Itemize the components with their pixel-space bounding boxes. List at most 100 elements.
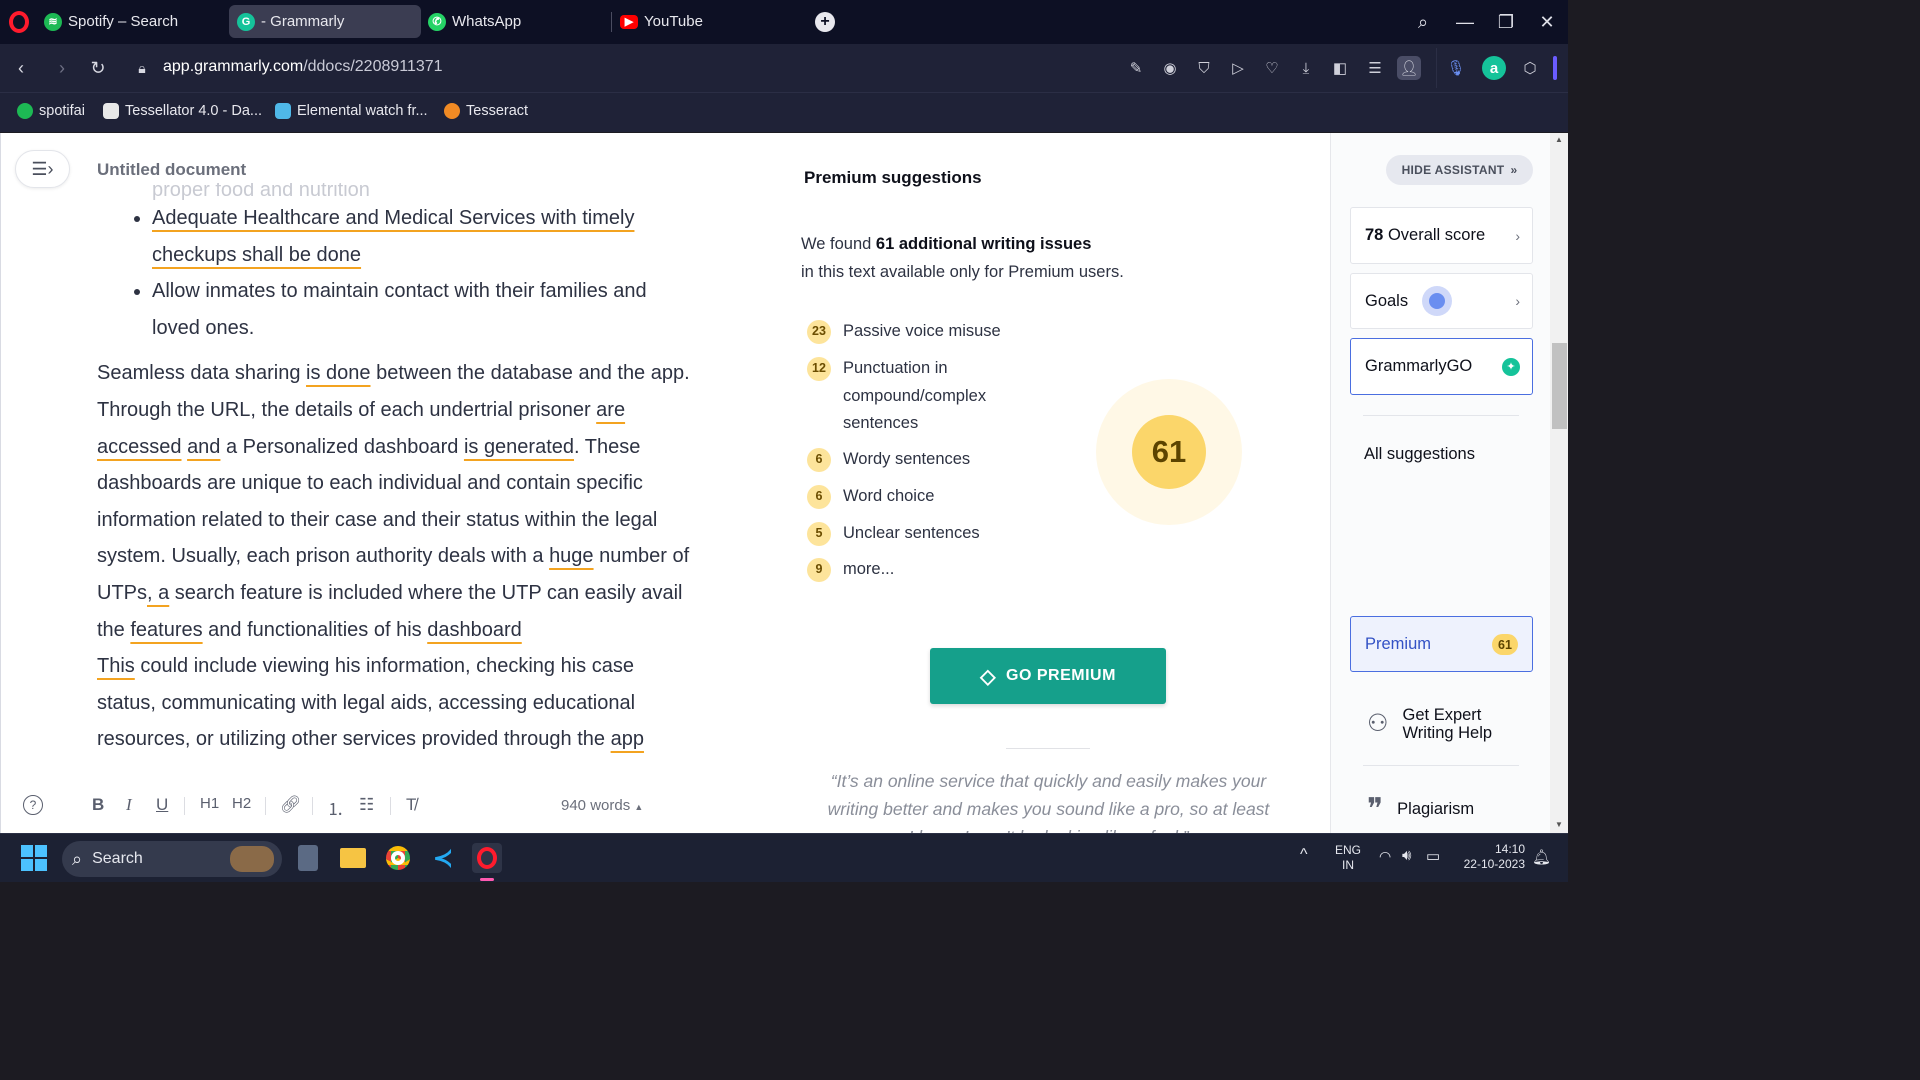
url-domain: app.grammarly.com bbox=[163, 58, 304, 75]
plagiarism-link[interactable]: ❞ Plagiarism bbox=[1367, 792, 1474, 827]
summary-count: 61 additional writing issues bbox=[875, 235, 1092, 253]
hide-assistant-button[interactable]: HIDE ASSISTANT » bbox=[1386, 155, 1533, 185]
clock[interactable]: 14:10 22-10-2023 bbox=[1455, 842, 1525, 872]
summary-text: in this text available only for Premium … bbox=[801, 263, 1124, 281]
underlined-suggestion[interactable]: checkups shall be done bbox=[152, 244, 361, 266]
close-window-icon[interactable]: ✕ bbox=[1533, 8, 1561, 36]
notification-bell-icon[interactable]: 🔔︎ bbox=[1532, 848, 1551, 866]
grammarlygo-icon: ✦ bbox=[1502, 357, 1520, 376]
taskbar-search[interactable]: ⌕ Search bbox=[62, 841, 282, 877]
underlined-suggestion[interactable]: app bbox=[611, 728, 644, 750]
profile-icon[interactable]: 👤︎ bbox=[1397, 56, 1421, 80]
premium-label: Premium bbox=[1365, 634, 1432, 653]
go-premium-button[interactable]: ◇ GO PREMIUM bbox=[930, 648, 1166, 704]
document-title[interactable]: Untitled document bbox=[97, 160, 246, 180]
url-field[interactable]: app.grammarly.com/ddocs/2208911371 bbox=[163, 58, 443, 76]
restore-icon[interactable]: ❐ bbox=[1492, 8, 1520, 36]
underlined-suggestion[interactable]: and bbox=[187, 436, 220, 458]
bookmark-spotifai[interactable]: spotifai bbox=[17, 103, 85, 119]
send-icon[interactable]: ▷ bbox=[1226, 56, 1250, 80]
opera-taskbar-icon[interactable] bbox=[472, 843, 502, 873]
word-count[interactable]: 940 words ▲ bbox=[561, 797, 643, 814]
edit-icon[interactable]: ✎ bbox=[1124, 56, 1148, 80]
document-editor[interactable]: proper food and nutrition Adequate Healt… bbox=[97, 183, 717, 773]
bold-button[interactable]: B bbox=[92, 795, 104, 815]
bookmark-tesseract[interactable]: Tesseract bbox=[444, 103, 528, 119]
bookmark-tessellator[interactable]: Tessellator 4.0 - Da... bbox=[103, 103, 262, 119]
tab-grammarly[interactable]: G - Grammarly bbox=[229, 5, 421, 38]
windows-start-icon[interactable] bbox=[19, 843, 49, 873]
opera-logo-icon[interactable] bbox=[9, 11, 29, 33]
tab-whatsapp[interactable]: ✆ WhatsApp bbox=[420, 5, 606, 38]
chrome-icon[interactable] bbox=[383, 843, 413, 873]
scrollbar-thumb[interactable] bbox=[1552, 343, 1567, 429]
bulleted-list-icon[interactable]: ☷ bbox=[359, 795, 374, 815]
hamburger-icon: ☰› bbox=[31, 158, 54, 179]
underlined-suggestion[interactable]: Adequate Healthcare and Medical Services… bbox=[152, 207, 634, 229]
forward-icon[interactable]: › bbox=[48, 54, 76, 82]
download-icon[interactable]: ⤓ bbox=[1294, 56, 1318, 80]
chevron-right-icon: › bbox=[1515, 293, 1520, 309]
grammarly-extension-icon[interactable]: a bbox=[1482, 56, 1506, 80]
scroll-down-arrow-icon[interactable]: ▼ bbox=[1555, 820, 1563, 829]
tab-youtube[interactable]: ▶ YouTube bbox=[612, 5, 802, 38]
microphone-icon[interactable]: 🎙︎ bbox=[1444, 56, 1468, 80]
italic-button[interactable]: I bbox=[126, 795, 132, 815]
issue-label: Unclear sentences bbox=[843, 524, 980, 542]
link-icon[interactable]: 🔗︎ bbox=[280, 795, 302, 815]
overall-score-card[interactable]: 78 Overall score › bbox=[1350, 207, 1533, 264]
heart-icon[interactable]: ♡ bbox=[1260, 56, 1284, 80]
issue-item: 23 Passive voice misuse bbox=[807, 318, 1001, 346]
easy-setup-icon[interactable]: ☰ bbox=[1363, 56, 1387, 80]
underline-button[interactable]: U bbox=[156, 795, 168, 815]
goals-card[interactable]: Goals › bbox=[1350, 273, 1533, 329]
minimize-icon[interactable]: — bbox=[1451, 8, 1479, 36]
help-icon[interactable]: ? bbox=[23, 795, 43, 815]
scroll-up-arrow-icon[interactable]: ▲ bbox=[1555, 135, 1563, 144]
heading1-button[interactable]: H1 bbox=[200, 795, 219, 812]
bookmark-elemental-watch[interactable]: Elemental watch fr... bbox=[275, 103, 428, 119]
clear-formatting-icon[interactable]: T̸ bbox=[406, 795, 416, 815]
volume-icon[interactable]: 🔊︎ bbox=[1402, 847, 1411, 864]
premium-card[interactable]: Premium 61 bbox=[1350, 616, 1533, 672]
list-item: Allow inmates to maintain contact with t… bbox=[152, 273, 717, 346]
menu-button[interactable]: ☰› bbox=[15, 150, 70, 188]
issue-item-more[interactable]: 9 more... bbox=[807, 556, 894, 584]
numbered-list-icon[interactable]: ⒈ bbox=[327, 795, 344, 820]
search-icon: ⌕ bbox=[72, 848, 83, 869]
vscode-icon[interactable]: ≺ bbox=[428, 843, 458, 873]
issue-item: 6 Wordy sentences bbox=[807, 446, 970, 474]
expert-help-link[interactable]: ⚇ Get Expert Writing Help bbox=[1367, 706, 1513, 742]
underlined-suggestion[interactable]: dashboard bbox=[427, 619, 522, 641]
premium-panel-title: Premium suggestions bbox=[804, 168, 982, 187]
clock-date: 22-10-2023 bbox=[1463, 857, 1525, 871]
input-language[interactable]: ENG IN bbox=[1335, 843, 1361, 873]
grammarlygo-card[interactable]: GrammarlyGO ✦ bbox=[1350, 338, 1533, 395]
wifi-icon[interactable]: ◠ bbox=[1379, 848, 1391, 865]
expert-help-label: Get Expert Writing Help bbox=[1402, 706, 1493, 742]
underlined-suggestion[interactable]: is done bbox=[306, 362, 371, 384]
tab-spotify[interactable]: ≋ Spotify – Search bbox=[36, 5, 222, 38]
search-tabs-icon[interactable]: ⌕ bbox=[1409, 8, 1437, 36]
underlined-suggestion[interactable]: features bbox=[130, 619, 202, 641]
battery-icon[interactable]: ▭ bbox=[1426, 847, 1440, 865]
underlined-suggestion[interactable]: huge bbox=[549, 545, 594, 567]
all-suggestions-link[interactable]: All suggestions bbox=[1364, 445, 1475, 464]
battery-saver-icon[interactable]: ◧ bbox=[1328, 56, 1352, 80]
new-tab-button[interactable]: + bbox=[815, 12, 835, 32]
shield-icon[interactable]: ⛉ bbox=[1192, 56, 1216, 80]
word-count-label: 940 words bbox=[561, 797, 631, 814]
underlined-suggestion[interactable]: This bbox=[97, 655, 135, 677]
underlined-suggestion[interactable]: , a bbox=[147, 582, 169, 604]
file-explorer-icon[interactable] bbox=[338, 843, 368, 873]
heading2-button[interactable]: H2 bbox=[232, 795, 251, 812]
tray-chevron-up-icon[interactable]: ^ bbox=[1300, 846, 1308, 864]
extensions-cube-icon[interactable]: ⬡ bbox=[1518, 56, 1542, 80]
issue-label: Word choice bbox=[843, 487, 935, 505]
calculator-icon[interactable] bbox=[293, 843, 323, 873]
page-scrollbar[interactable]: ▲ ▼ bbox=[1550, 133, 1568, 833]
back-icon[interactable]: ‹ bbox=[7, 54, 35, 82]
reload-icon[interactable]: ↻ bbox=[84, 54, 112, 82]
underlined-suggestion[interactable]: is generated bbox=[464, 436, 574, 458]
camera-icon[interactable]: ◉ bbox=[1158, 56, 1182, 80]
